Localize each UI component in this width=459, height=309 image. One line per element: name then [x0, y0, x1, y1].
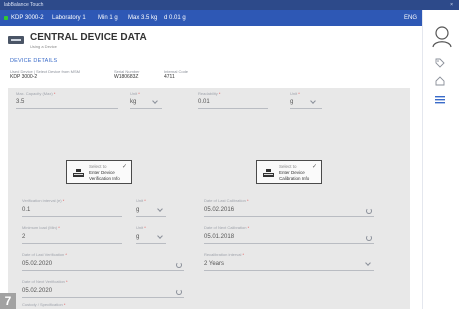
max-capacity: Max 3.5 kg	[128, 15, 158, 21]
chevron-down-icon[interactable]	[365, 260, 371, 266]
readability-field[interactable]: 0.01	[198, 99, 210, 105]
last-calibration-label: Date of Last Calibration *	[204, 198, 249, 203]
min-load-label: Minimum load (Min) *	[22, 225, 60, 230]
window-titlebar: labBalance Touch ×	[0, 0, 459, 10]
chevron-down-icon[interactable]	[152, 98, 158, 104]
balance-device-icon	[263, 169, 274, 177]
min-load-field[interactable]: 2	[22, 234, 25, 240]
unit-e-label: Unit *	[136, 198, 146, 203]
readability-label: Readability *	[198, 91, 221, 96]
card-line-1: Enter Device	[89, 170, 115, 175]
next-verification-label: Date of Next Verification *	[22, 279, 68, 284]
unit-select-1[interactable]: kg	[130, 99, 136, 105]
verification-interval-label: Verification interval (e) *	[22, 198, 65, 203]
unit-underline-1	[130, 108, 162, 109]
verification-interval-underline	[22, 216, 122, 217]
min-load-underline	[22, 243, 122, 244]
readability-underline	[198, 108, 268, 109]
verification-interval-field[interactable]: 0.1	[22, 207, 30, 213]
recalibration-interval-select[interactable]: 2 Years	[204, 261, 224, 267]
page-title: CENTRAL DEVICE DATA	[30, 32, 147, 43]
max-capacity-label: Max. Capacity (Max) *	[16, 91, 56, 96]
unit-underline-2	[290, 108, 322, 109]
date-picker-icon[interactable]	[176, 289, 182, 295]
chevron-down-icon[interactable]	[310, 98, 316, 104]
date-picker-icon[interactable]	[366, 208, 372, 214]
figure-number-badge: 7	[0, 293, 16, 309]
unit-e-select[interactable]: g	[136, 207, 139, 213]
custody-specification-label: Custody / Specification *	[22, 302, 66, 307]
date-picker-icon[interactable]	[366, 235, 372, 241]
unit-min-select[interactable]: g	[136, 234, 139, 240]
chevron-down-icon[interactable]	[157, 206, 163, 212]
unit-label-1: Unit *	[130, 91, 140, 96]
last-verification-label: Date of Last Verification *	[22, 252, 67, 257]
balance-info-bar: KDP 3000-2 Laboratory 1 Min 1 g Max 3.5 …	[0, 10, 459, 26]
last-verification-underline	[22, 270, 184, 271]
next-calibration-label: Date of Next Calibration *	[204, 225, 250, 230]
unit-min-label: Unit *	[136, 225, 146, 230]
check-icon: ✓	[121, 164, 127, 170]
unit-select-2[interactable]: g	[290, 99, 293, 105]
card-select-text: Select to	[89, 164, 107, 169]
enter-calibration-info-button[interactable]: ✓ Select to Enter Device Calibration Inf…	[256, 160, 322, 184]
next-calibration-underline	[204, 243, 374, 244]
user-icon[interactable]	[432, 26, 452, 48]
max-capacity-underline	[16, 108, 118, 109]
language-selector[interactable]: ENG	[404, 15, 417, 21]
unit-label-2: Unit *	[290, 91, 300, 96]
lab-name: Laboratory 1	[52, 15, 86, 21]
next-verification-field[interactable]: 05.02.2020	[22, 288, 52, 294]
right-sidebar	[422, 10, 459, 309]
device-data-form: Max. Capacity (Max) * 3.5 Unit * kg Read…	[8, 88, 410, 309]
date-picker-icon[interactable]	[176, 262, 182, 268]
recalibration-interval-underline	[204, 270, 374, 271]
readability: d 0.01 g	[164, 15, 186, 21]
last-calibration-underline	[204, 216, 374, 217]
window-close-button[interactable]: ×	[450, 2, 453, 8]
last-verification-field[interactable]: 05.02.2020	[22, 261, 52, 267]
enter-verification-info-button[interactable]: ✓ Select to Enter Device Verification In…	[66, 160, 132, 184]
main-content: CENTRAL DEVICE DATA Using a Device DEVIC…	[0, 26, 422, 309]
max-capacity-field[interactable]: 3.5	[16, 99, 24, 105]
device-details-heading: DEVICE DETAILS	[10, 58, 58, 64]
serial-number-value: W180683Z	[114, 74, 139, 80]
menu-icon[interactable]	[435, 96, 445, 104]
next-verification-underline	[22, 297, 184, 298]
page-subtitle: Using a Device	[30, 44, 57, 49]
unit-min-underline	[136, 243, 166, 244]
tag-icon[interactable]	[435, 58, 445, 68]
check-icon: ✓	[311, 164, 317, 170]
card-select-text: Select to	[279, 164, 297, 169]
card-line-2: Calibration Info	[279, 176, 310, 181]
device-name: KDP 3000-2	[11, 15, 44, 21]
card-line-2: Verification Info	[89, 176, 120, 181]
balance-device-icon	[73, 169, 84, 177]
status-indicator-icon	[4, 16, 8, 20]
recalibration-interval-label: Recalibration interval *	[204, 252, 245, 257]
unit-e-underline	[136, 216, 166, 217]
chevron-down-icon[interactable]	[157, 233, 163, 239]
device-type-value: KDP 3000-2	[10, 74, 38, 80]
last-calibration-field[interactable]: 05.02.2016	[204, 207, 234, 213]
min-capacity: Min 1 g	[98, 15, 118, 21]
balance-device-icon	[8, 36, 24, 44]
home-icon[interactable]	[435, 76, 445, 86]
card-line-1: Enter Device	[279, 170, 305, 175]
next-calibration-field[interactable]: 05.01.2018	[204, 234, 234, 240]
app-name: labBalance Touch	[4, 2, 44, 8]
internal-code-value: 4711	[164, 74, 175, 80]
